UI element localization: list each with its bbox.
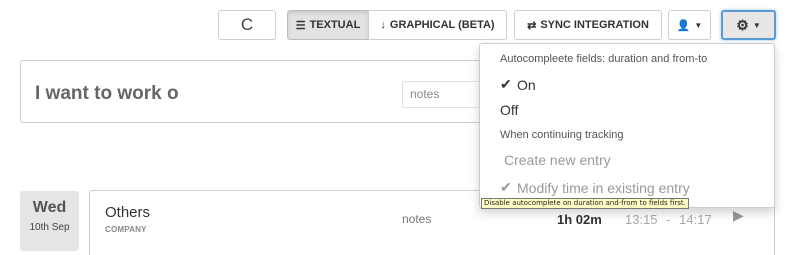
modify-existing-entry-label: Modify time in existing entry xyxy=(517,179,690,196)
refresh-button[interactable]: C xyxy=(218,10,276,40)
play-icon[interactable]: ▶ xyxy=(733,207,744,224)
entry-form: I want to work o notes xyxy=(20,60,492,123)
entry-end-time[interactable]: 14:17 xyxy=(679,212,712,227)
day-name: Wed xyxy=(32,199,67,216)
chevron-down-icon: ▼ xyxy=(694,20,703,30)
day-header: Wed 10th Sep xyxy=(20,191,79,251)
continuing-header: When continuing tracking xyxy=(500,129,624,141)
autocomplete-on-option[interactable]: ✔ On xyxy=(500,76,536,93)
sync-integration-label: SYNC INTEGRATION xyxy=(540,19,649,31)
check-icon: ✔ xyxy=(500,76,512,92)
day-date: 10th Sep xyxy=(29,222,70,233)
company-name: COMPANY xyxy=(105,225,147,234)
user-icon: 👤 xyxy=(676,19,691,32)
create-new-entry-option[interactable]: Create new entry xyxy=(504,152,611,168)
autocomplete-off-label: Off xyxy=(500,102,519,118)
list-icon: ☰ xyxy=(295,19,306,32)
autocomplete-header: Autocompleete fields: duration and from-… xyxy=(500,53,708,65)
autocomplete-off-option[interactable]: Off xyxy=(500,102,518,118)
create-new-entry-label: Create new entry xyxy=(504,152,611,168)
graphical-view-label: GRAPHICAL (BETA) xyxy=(389,19,495,31)
graphical-view-button[interactable]: ↓ GRAPHICAL (BETA) xyxy=(368,10,507,40)
user-menu-button[interactable]: 👤 ▼ xyxy=(668,10,711,40)
description-input[interactable]: I want to work o xyxy=(35,83,179,105)
sync-integration-button[interactable]: ⇄ SYNC INTEGRATION xyxy=(514,10,662,40)
sort-icon: ↓ xyxy=(380,19,386,31)
autocomplete-on-label: On xyxy=(517,76,536,93)
check-icon: ✔ xyxy=(500,179,512,195)
sync-icon: ⇄ xyxy=(527,19,537,32)
modify-existing-entry-option[interactable]: ✔ Modify time in existing entry xyxy=(500,179,690,196)
entry-time-range[interactable]: 13:15 - 14:17 xyxy=(625,212,712,227)
settings-menu-button[interactable]: ⚙ ▼ xyxy=(721,10,776,40)
time-separator: - xyxy=(666,212,671,227)
settings-dropdown: Autocompleete fields: duration and from-… xyxy=(479,43,775,208)
entry-notes[interactable]: notes xyxy=(402,212,431,226)
textual-view-button[interactable]: ☰ TEXTUAL xyxy=(287,10,369,40)
tooltip: Disable autocomplete on duration and-fro… xyxy=(481,198,689,209)
gear-icon: ⚙ xyxy=(736,16,749,33)
refresh-icon: C xyxy=(240,15,254,34)
entry-start-time[interactable]: 13:15 xyxy=(625,212,658,227)
textual-view-label: TEXTUAL xyxy=(309,19,361,31)
entry-duration[interactable]: 1h 02m xyxy=(557,212,602,227)
project-name[interactable]: Others xyxy=(105,204,150,221)
chevron-down-icon: ▼ xyxy=(752,20,761,30)
